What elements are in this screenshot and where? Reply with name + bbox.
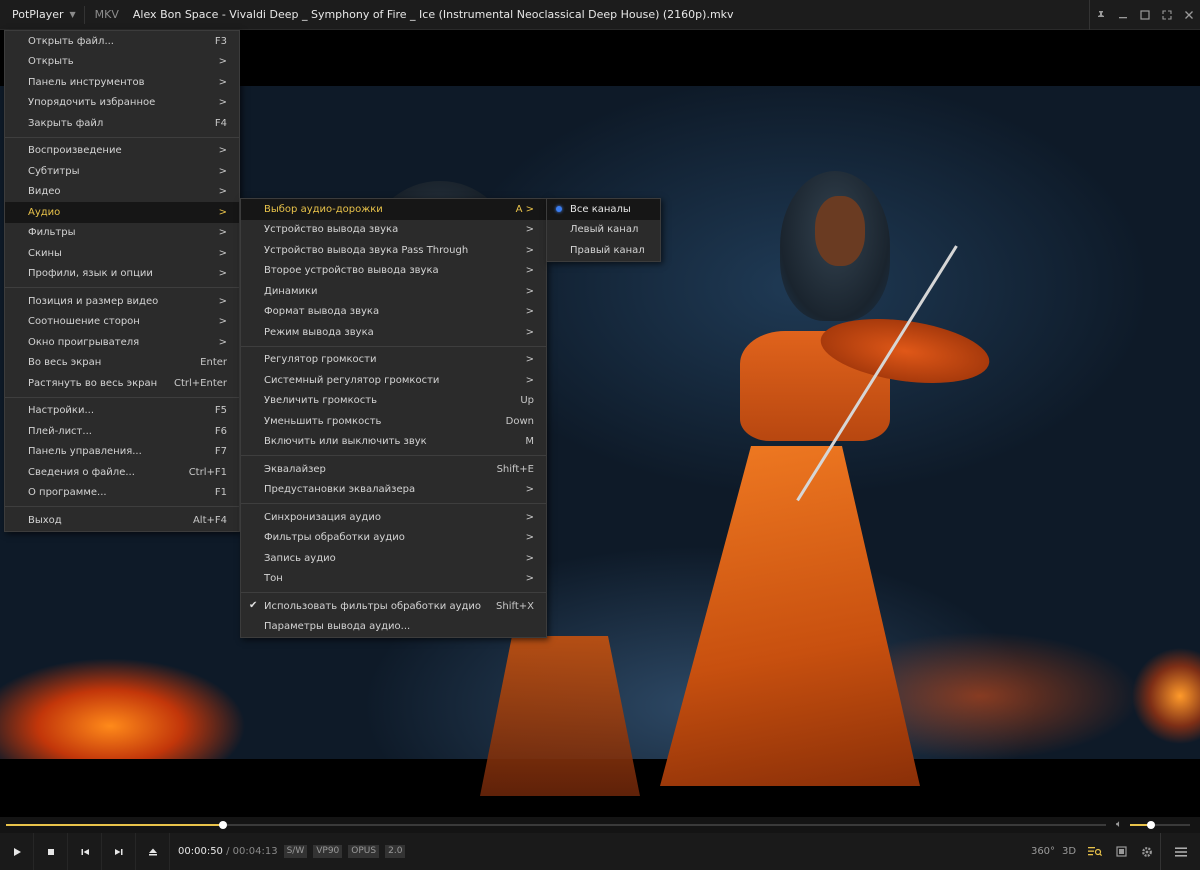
video-figure (660, 446, 920, 786)
minimize-icon[interactable] (1112, 0, 1134, 30)
time-separator: / (226, 846, 230, 857)
seek-bar-row: 🔈︎ (0, 817, 1200, 833)
menu-item-right-channel[interactable]: Правый канал (547, 240, 660, 261)
menu-item-fullscreen[interactable]: Во весь экран Enter (5, 353, 239, 374)
maximize-icon[interactable] (1134, 0, 1156, 30)
menu-item-use-audio-filters[interactable]: ✔ Использовать фильтры обработки аудио Shi… (241, 596, 546, 617)
menu-item-all-channels[interactable]: Все каналы (547, 199, 660, 220)
menu-item-filters[interactable]: Фильтры > (5, 223, 239, 244)
menu-item-video-position[interactable]: Позиция и размер видео > (5, 291, 239, 312)
decoder-badge[interactable]: S/W (283, 845, 308, 858)
play-button[interactable] (0, 833, 34, 870)
time-display: 00:00:50 / 00:04:13 (178, 846, 278, 857)
menu-item-control-panel[interactable]: Панель управления... F7 (5, 442, 239, 463)
fullscreen-icon[interactable] (1156, 0, 1178, 30)
skip-previous-icon (81, 848, 89, 855)
3d-icon[interactable]: 3D (1056, 833, 1082, 870)
menu-item-open[interactable]: Открыть > (5, 52, 239, 73)
seek-bar[interactable] (6, 821, 1106, 829)
previous-button[interactable] (68, 833, 102, 870)
menu-item-stretch-fullscreen[interactable]: Растянуть во весь экран Ctrl+Enter (5, 373, 239, 394)
context-menu-main: Открыть файл... F3 Открыть > Панель инстру… (4, 30, 240, 532)
radio-selected-icon (556, 206, 562, 212)
menu-item-close-file[interactable]: Закрыть файл F4 (5, 113, 239, 134)
volume-slider[interactable] (1130, 821, 1190, 829)
menu-item-audio-format[interactable]: Формат вывода звука > (241, 302, 546, 323)
menu-item-file-info[interactable]: Сведения о файле... Ctrl+F1 (5, 462, 239, 483)
pin-icon[interactable] (1090, 0, 1112, 30)
menu-item-video[interactable]: Видео > (5, 182, 239, 203)
stop-icon (47, 848, 54, 855)
menu-item-subtitles[interactable]: Субтитры > (5, 161, 239, 182)
current-time: 00:00:50 (178, 846, 223, 857)
next-button[interactable] (102, 833, 136, 870)
menu-item-volume-down[interactable]: Уменьшить громкость Down (241, 411, 546, 432)
context-menu-audio-track: Все каналы Левый канал Правый канал (546, 198, 661, 262)
menu-item-player-window[interactable]: Окно проигрывателя > (5, 332, 239, 353)
menu-item-audio-record[interactable]: Запись аудио > (241, 548, 546, 569)
video-figure (815, 196, 865, 266)
menu-item-audio-mode[interactable]: Режим вывода звука > (241, 322, 546, 343)
menu-item-settings[interactable]: Настройки... F5 (5, 401, 239, 422)
menu-item-exit[interactable]: Выход Alt+F4 (5, 510, 239, 531)
menu-item-second-device[interactable]: Второе устройство вывода звука > (241, 261, 546, 282)
chevron-down-icon: ▼ (69, 10, 76, 19)
app-name: PotPlayer (12, 8, 64, 21)
menu-item-aspect-ratio[interactable]: Соотношение сторон > (5, 312, 239, 333)
menu-item-open-file[interactable]: Открыть файл... F3 (5, 31, 239, 52)
menu-item-left-channel[interactable]: Левый канал (547, 220, 660, 241)
eject-button[interactable] (136, 833, 170, 870)
right-controls: 360° 3D (1030, 833, 1200, 870)
menu-item-mute[interactable]: Включить или выключить звук M (241, 432, 546, 453)
title-bar: PotPlayer ▼ MKV Alex Bon Space - Vivaldi… (0, 0, 1200, 30)
seek-bar-progress (6, 824, 223, 826)
context-menu-audio: Выбор аудио-дорожки A > Устройство вывода… (240, 198, 547, 638)
menu-item-playlist[interactable]: Плей-лист... F6 (5, 421, 239, 442)
audio-codec-badge[interactable]: OPUS (348, 845, 380, 858)
skip-next-icon (114, 848, 122, 855)
channels-badge[interactable]: 2.0 (385, 845, 406, 858)
screen-icon[interactable] (1108, 833, 1134, 870)
video-figure (480, 636, 640, 796)
menu-item-tone[interactable]: Тон > (241, 569, 546, 590)
menu-item-audio-output-params[interactable]: Параметры вывода аудио... (241, 617, 546, 638)
playlist-search-icon[interactable] (1082, 833, 1108, 870)
menu-item-audio-filters[interactable]: Фильтры обработки аудио > (241, 528, 546, 549)
control-bar: 00:00:50 / 00:04:13 S/W VP90 OPUS 2.0 36… (0, 833, 1200, 870)
menu-icon[interactable] (1160, 833, 1200, 870)
format-badge: MKV (83, 5, 129, 24)
window-controls (1089, 0, 1200, 30)
video-codec-badge[interactable]: VP90 (313, 845, 343, 858)
check-icon: ✔ (249, 600, 258, 611)
gear-icon[interactable] (1134, 833, 1160, 870)
menu-item-favorites[interactable]: Упорядочить избранное > (5, 93, 239, 114)
menu-item-equalizer-presets[interactable]: Предустановки эквалайзера > (241, 480, 546, 501)
menu-item-toolbar[interactable]: Панель инструментов > (5, 72, 239, 93)
menu-item-about[interactable]: О программе... F1 (5, 483, 239, 504)
window-title: Alex Bon Space - Vivaldi Deep _ Symphony… (132, 8, 734, 21)
menu-item-audio-passthrough[interactable]: Устройство вывода звука Pass Through > (241, 240, 546, 261)
menu-item-audio-device[interactable]: Устройство вывода звука > (241, 220, 546, 241)
play-icon (13, 847, 21, 856)
menu-item-skins[interactable]: Скины > (5, 243, 239, 264)
menu-item-volume-up[interactable]: Увеличить громкость Up (241, 391, 546, 412)
menu-item-volume-control[interactable]: Регулятор громкости > (241, 350, 546, 371)
stop-button[interactable] (34, 833, 68, 870)
eject-icon (148, 848, 157, 855)
total-time: 00:04:13 (232, 846, 278, 857)
menu-item-playback[interactable]: Воспроизведение > (5, 141, 239, 162)
close-icon[interactable] (1178, 0, 1200, 30)
menu-item-audio[interactable]: Аудио > (5, 202, 239, 223)
speaker-icon[interactable]: 🔈︎ (1116, 819, 1122, 830)
menu-item-equalizer[interactable]: Эквалайзер Shift+E (241, 459, 546, 480)
seek-bar-handle[interactable] (218, 821, 227, 829)
volume-slider-handle[interactable] (1147, 821, 1155, 829)
menu-item-profiles[interactable]: Профили, язык и опции > (5, 264, 239, 285)
menu-item-speakers[interactable]: Динамики > (241, 281, 546, 302)
menu-item-audio-track[interactable]: Выбор аудио-дорожки A > (241, 199, 546, 220)
vr-360-icon[interactable]: 360° (1030, 833, 1056, 870)
app-menu-button[interactable]: PotPlayer ▼ (0, 0, 84, 29)
menu-item-audio-sync[interactable]: Синхронизация аудио > (241, 507, 546, 528)
menu-item-system-volume[interactable]: Системный регулятор громкости > (241, 370, 546, 391)
